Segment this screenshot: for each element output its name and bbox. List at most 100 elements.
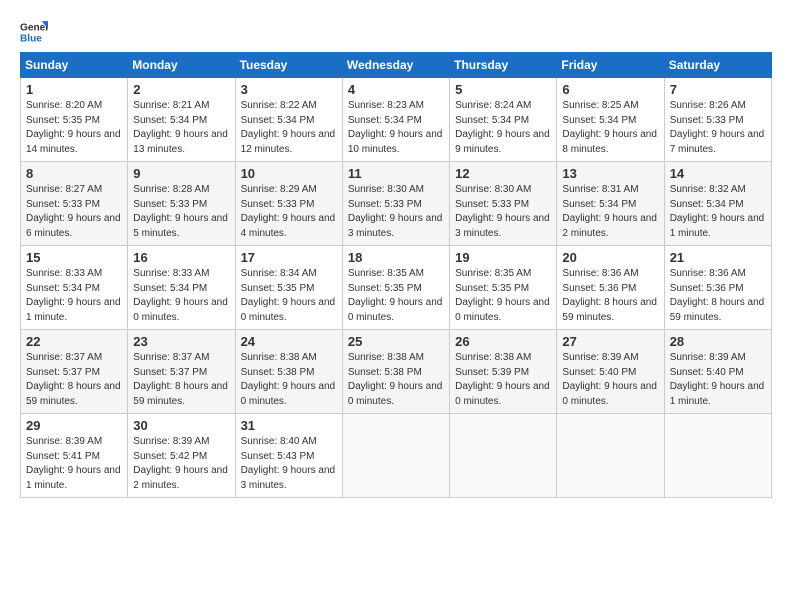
day-number: 23	[133, 334, 229, 349]
calendar-cell: 8Sunrise: 8:27 AMSunset: 5:33 PMDaylight…	[21, 162, 128, 246]
day-info: Sunrise: 8:30 AMSunset: 5:33 PMDaylight:…	[455, 183, 551, 241]
calendar-cell	[664, 414, 771, 498]
calendar-cell: 16 Sunrise: 8:33 AMSunset: 5:34 PMDayligh…	[128, 246, 235, 330]
calendar-cell: 6 Sunrise: 8:25 AMSunset: 5:34 PMDaylight…	[557, 78, 664, 162]
day-number: 19	[455, 250, 551, 265]
day-number: 11	[348, 166, 444, 181]
day-number: 20	[562, 250, 658, 265]
calendar: SundayMondayTuesdayWednesdayThursdayFrid…	[20, 52, 772, 498]
calendar-cell	[450, 414, 557, 498]
day-info: Sunrise: 8:37 AMSunset: 5:37 PMDaylight:…	[133, 351, 229, 409]
day-info: Sunrise: 8:20 AMSunset: 5:35 PMDaylight:…	[26, 99, 122, 157]
day-info: Sunrise: 8:31 AMSunset: 5:34 PMDaylight:…	[562, 183, 658, 241]
day-number: 7	[670, 82, 766, 97]
day-number: 28	[670, 334, 766, 349]
calendar-cell: 15Sunrise: 8:33 AMSunset: 5:34 PMDayligh…	[21, 246, 128, 330]
calendar-cell: 31 Sunrise: 8:40 AMSunset: 5:43 PMDayligh…	[235, 414, 342, 498]
calendar-cell: 1 Sunrise: 8:20 AMSunset: 5:35 PMDaylight…	[21, 78, 128, 162]
calendar-cell: 17 Sunrise: 8:34 AMSunset: 5:35 PMDayligh…	[235, 246, 342, 330]
day-number: 16	[133, 250, 229, 265]
day-info: Sunrise: 8:38 AMSunset: 5:38 PMDaylight:…	[348, 351, 444, 409]
day-number: 30	[133, 418, 229, 433]
calendar-cell: 24 Sunrise: 8:38 AMSunset: 5:38 PMDayligh…	[235, 330, 342, 414]
day-info: Sunrise: 8:33 AMSunset: 5:34 PMDaylight:…	[133, 267, 229, 325]
day-number: 5	[455, 82, 551, 97]
weekday-header-saturday: Saturday	[664, 53, 771, 78]
calendar-cell: 7 Sunrise: 8:26 AMSunset: 5:33 PMDaylight…	[664, 78, 771, 162]
day-number: 22	[26, 334, 122, 349]
day-info: Sunrise: 8:38 AMSunset: 5:38 PMDaylight:…	[241, 351, 337, 409]
day-info: Sunrise: 8:30 AMSunset: 5:33 PMDaylight:…	[348, 183, 444, 241]
day-number: 27	[562, 334, 658, 349]
day-number: 8	[26, 166, 122, 181]
weekday-header-thursday: Thursday	[450, 53, 557, 78]
day-number: 1	[26, 82, 122, 97]
calendar-cell: 2 Sunrise: 8:21 AMSunset: 5:34 PMDaylight…	[128, 78, 235, 162]
day-info: Sunrise: 8:26 AMSunset: 5:33 PMDaylight:…	[670, 99, 766, 157]
weekday-header-wednesday: Wednesday	[342, 53, 449, 78]
day-info: Sunrise: 8:29 AMSunset: 5:33 PMDaylight:…	[241, 183, 337, 241]
calendar-cell: 21Sunrise: 8:36 AMSunset: 5:36 PMDayligh…	[664, 246, 771, 330]
day-number: 17	[241, 250, 337, 265]
day-number: 18	[348, 250, 444, 265]
day-info: Sunrise: 8:36 AMSunset: 5:36 PMDaylight:…	[670, 267, 766, 325]
svg-text:Blue: Blue	[20, 33, 42, 44]
day-info: Sunrise: 8:38 AMSunset: 5:39 PMDaylight:…	[455, 351, 551, 409]
calendar-cell: 22 Sunrise: 8:37 AMSunset: 5:37 PMDayligh…	[21, 330, 128, 414]
logo: General Blue	[20, 18, 52, 46]
calendar-cell: 26 Sunrise: 8:38 AMSunset: 5:39 PMDayligh…	[450, 330, 557, 414]
header: General Blue	[20, 18, 772, 46]
calendar-cell: 13 Sunrise: 8:31 AMSunset: 5:34 PMDayligh…	[557, 162, 664, 246]
day-info: Sunrise: 8:40 AMSunset: 5:43 PMDaylight:…	[241, 435, 337, 493]
calendar-cell: 20 Sunrise: 8:36 AMSunset: 5:36 PMDayligh…	[557, 246, 664, 330]
day-info: Sunrise: 8:39 AMSunset: 5:42 PMDaylight:…	[133, 435, 229, 493]
day-info: Sunrise: 8:36 AMSunset: 5:36 PMDaylight:…	[562, 267, 658, 325]
day-number: 12	[455, 166, 551, 181]
calendar-cell: 12 Sunrise: 8:30 AMSunset: 5:33 PMDayligh…	[450, 162, 557, 246]
day-info: Sunrise: 8:33 AMSunset: 5:34 PMDaylight:…	[26, 267, 122, 325]
day-number: 26	[455, 334, 551, 349]
day-number: 13	[562, 166, 658, 181]
day-info: Sunrise: 8:22 AMSunset: 5:34 PMDaylight:…	[241, 99, 337, 157]
calendar-cell: 11 Sunrise: 8:30 AMSunset: 5:33 PMDayligh…	[342, 162, 449, 246]
day-info: Sunrise: 8:23 AMSunset: 5:34 PMDaylight:…	[348, 99, 444, 157]
day-info: Sunrise: 8:35 AMSunset: 5:35 PMDaylight:…	[348, 267, 444, 325]
day-number: 25	[348, 334, 444, 349]
calendar-cell: 27Sunrise: 8:39 AMSunset: 5:40 PMDayligh…	[557, 330, 664, 414]
day-info: Sunrise: 8:35 AMSunset: 5:35 PMDaylight:…	[455, 267, 551, 325]
day-info: Sunrise: 8:28 AMSunset: 5:33 PMDaylight:…	[133, 183, 229, 241]
weekday-header-friday: Friday	[557, 53, 664, 78]
day-number: 31	[241, 418, 337, 433]
weekday-header-sunday: Sunday	[21, 53, 128, 78]
day-number: 6	[562, 82, 658, 97]
calendar-cell: 25 Sunrise: 8:38 AMSunset: 5:38 PMDayligh…	[342, 330, 449, 414]
calendar-cell: 28 Sunrise: 8:39 AMSunset: 5:40 PMDayligh…	[664, 330, 771, 414]
day-number: 2	[133, 82, 229, 97]
day-info: Sunrise: 8:34 AMSunset: 5:35 PMDaylight:…	[241, 267, 337, 325]
calendar-cell	[557, 414, 664, 498]
calendar-cell: 29Sunrise: 8:39 AMSunset: 5:41 PMDayligh…	[21, 414, 128, 498]
calendar-cell: 4 Sunrise: 8:23 AMSunset: 5:34 PMDaylight…	[342, 78, 449, 162]
day-number: 4	[348, 82, 444, 97]
calendar-cell: 3 Sunrise: 8:22 AMSunset: 5:34 PMDaylight…	[235, 78, 342, 162]
day-number: 14	[670, 166, 766, 181]
day-info: Sunrise: 8:21 AMSunset: 5:34 PMDaylight:…	[133, 99, 229, 157]
day-info: Sunrise: 8:37 AMSunset: 5:37 PMDaylight:…	[26, 351, 122, 409]
day-info: Sunrise: 8:39 AMSunset: 5:40 PMDaylight:…	[670, 351, 766, 409]
day-info: Sunrise: 8:39 AMSunset: 5:41 PMDaylight:…	[26, 435, 122, 493]
logo-icon: General Blue	[20, 18, 48, 46]
day-number: 10	[241, 166, 337, 181]
day-info: Sunrise: 8:25 AMSunset: 5:34 PMDaylight:…	[562, 99, 658, 157]
day-number: 9	[133, 166, 229, 181]
day-number: 3	[241, 82, 337, 97]
calendar-cell	[342, 414, 449, 498]
calendar-cell: 19 Sunrise: 8:35 AMSunset: 5:35 PMDayligh…	[450, 246, 557, 330]
day-number: 24	[241, 334, 337, 349]
calendar-cell: 5 Sunrise: 8:24 AMSunset: 5:34 PMDaylight…	[450, 78, 557, 162]
weekday-header-monday: Monday	[128, 53, 235, 78]
day-info: Sunrise: 8:24 AMSunset: 5:34 PMDaylight:…	[455, 99, 551, 157]
svg-text:General: General	[20, 22, 48, 33]
calendar-cell: 10 Sunrise: 8:29 AMSunset: 5:33 PMDayligh…	[235, 162, 342, 246]
calendar-cell: 9 Sunrise: 8:28 AMSunset: 5:33 PMDaylight…	[128, 162, 235, 246]
day-info: Sunrise: 8:32 AMSunset: 5:34 PMDaylight:…	[670, 183, 766, 241]
